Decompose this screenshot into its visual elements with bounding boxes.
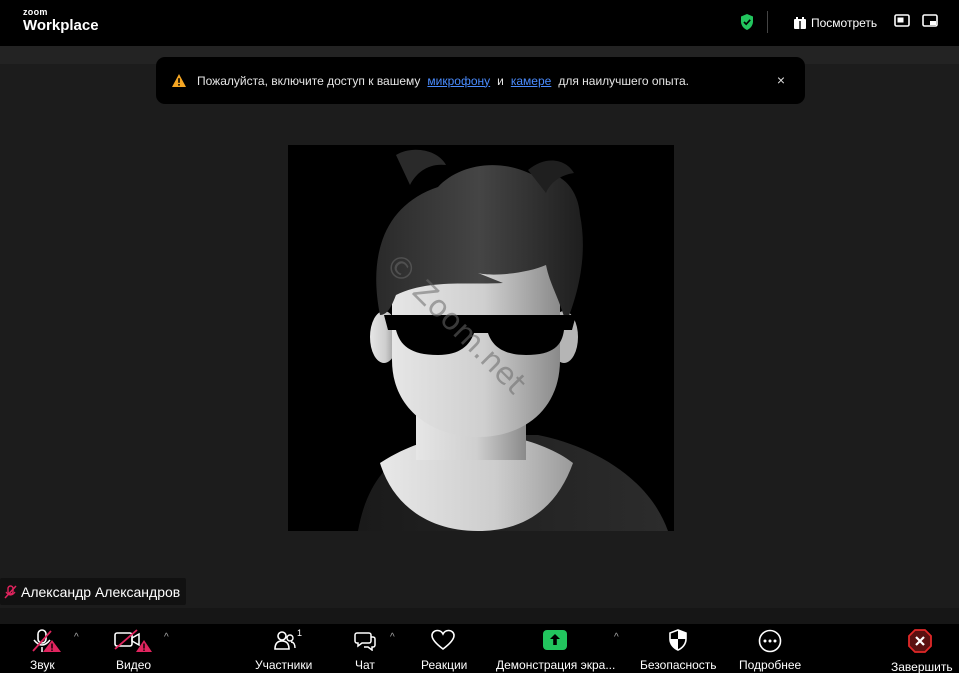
reactions-heart-icon (431, 629, 455, 651)
shield-check-icon[interactable] (740, 14, 754, 30)
security-label: Безопасность (640, 658, 717, 672)
zoom-workplace-logo: zoom Workplace (23, 7, 99, 34)
reactions-label: Реакции (421, 658, 468, 672)
top-bar: zoom Workplace Посмотреть (0, 0, 959, 46)
close-icon[interactable]: × (777, 72, 785, 88)
end-call-icon (908, 629, 932, 653)
participants-label: Участники (255, 658, 313, 672)
share-screen-icon (543, 630, 567, 650)
warning-icon (172, 74, 186, 87)
brand-small: zoom (23, 7, 48, 17)
chat-icon (354, 632, 376, 651)
brand-big: Workplace (23, 17, 99, 34)
permission-notice: Пожалуйста, включите доступ к вашему мик… (156, 57, 805, 104)
mic-off-icon (32, 629, 61, 652)
view-button-label: Посмотреть (811, 16, 878, 30)
view-button[interactable]: Посмотреть (794, 14, 877, 32)
participant-name-tag: Александр Александров (0, 578, 187, 605)
meeting-toolbar: Звук ^ Видео ^ 1 Участники Чат ^ Реакции… (0, 624, 959, 673)
zoom-meeting-window: zoom Workplace Посмотреть Пожалуйста, вк… (0, 0, 959, 673)
mic-off-icon (4, 584, 17, 599)
participant-video-tile[interactable]: © Zoom.net (288, 145, 674, 531)
audio-label: Звук (30, 658, 55, 672)
toolbar-separator (767, 11, 768, 33)
notice-text-and: и (497, 73, 504, 88)
security-shield-icon (669, 629, 687, 651)
participants-count: 1 (297, 628, 303, 638)
picture-in-picture-icon[interactable] (894, 14, 910, 28)
chat-options-chevron-up-icon[interactable]: ^ (390, 632, 395, 643)
calendar-view-icon (794, 17, 806, 29)
video-label: Видео (116, 658, 152, 672)
notice-text-before: Пожалуйста, включите доступ к вашему (197, 73, 421, 88)
bottom-strip (0, 608, 959, 624)
end-label: Завершить (891, 660, 953, 673)
share-options-chevron-up-icon[interactable]: ^ (614, 632, 619, 643)
camera-link[interactable]: камере (511, 74, 551, 88)
more-button[interactable]: Подробнее (738, 624, 804, 673)
share-screen-label: Демонстрация экра... (496, 658, 616, 672)
chat-button[interactable]: Чат (352, 624, 382, 673)
share-screen-button[interactable]: Демонстрация экра... (496, 624, 616, 673)
microphone-link[interactable]: микрофону (427, 74, 490, 88)
end-meeting-button[interactable]: Завершить (890, 624, 954, 673)
more-ellipsis-icon (758, 629, 782, 653)
chat-label: Чат (355, 658, 375, 672)
video-button[interactable]: Видео (113, 624, 157, 673)
participant-name: Александр Александров (21, 583, 181, 600)
audio-options-chevron-up-icon[interactable]: ^ (74, 632, 79, 643)
more-label: Подробнее (739, 658, 802, 672)
video-off-icon (114, 629, 152, 652)
reactions-button[interactable]: Реакции (420, 624, 470, 673)
notice-text-after: для наилучшего опыта. (558, 73, 690, 88)
security-button[interactable]: Безопасность (640, 624, 718, 673)
video-options-chevron-up-icon[interactable]: ^ (164, 632, 169, 643)
minimize-window-icon[interactable] (922, 14, 938, 28)
audio-button[interactable]: Звук (27, 624, 67, 673)
avatar-image: © Zoom.net (288, 145, 674, 531)
participants-button[interactable]: 1 Участники (254, 624, 314, 673)
participants-icon (274, 631, 296, 650)
